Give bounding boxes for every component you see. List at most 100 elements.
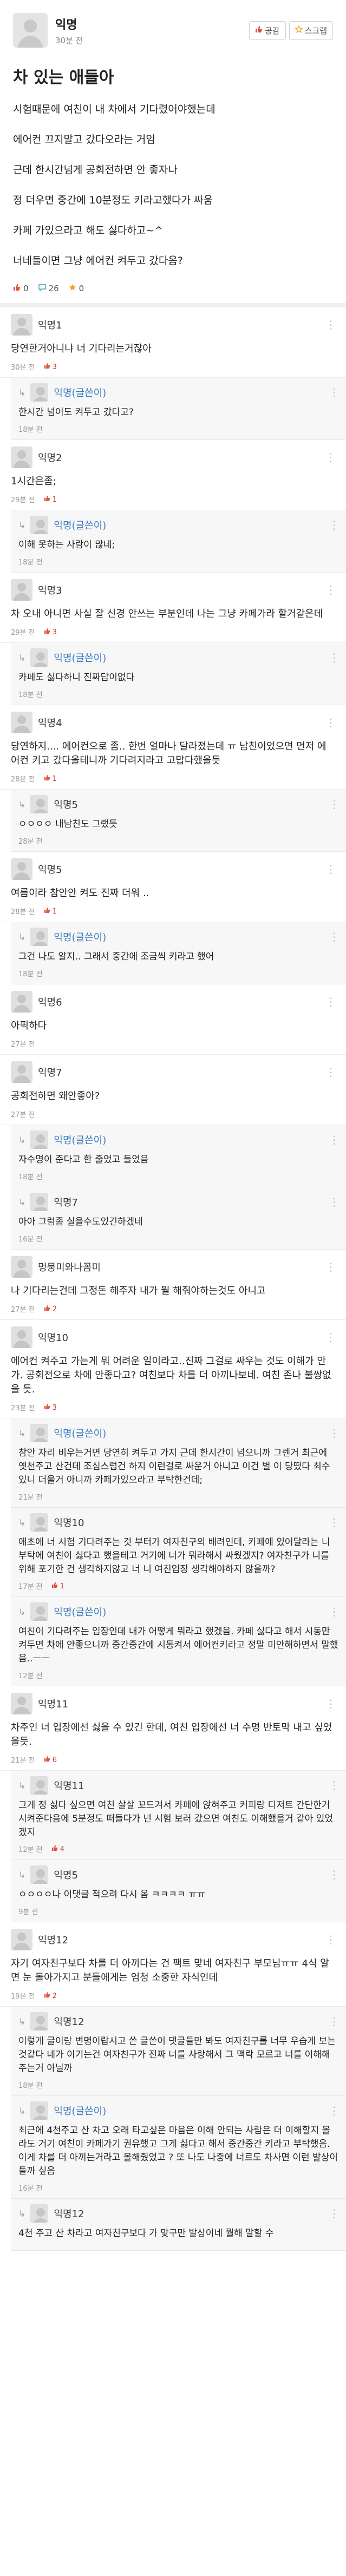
likes-count: 0 bbox=[23, 284, 29, 293]
commenter-avatar bbox=[30, 1131, 49, 1149]
comment-item: 멍뭉미와나꼼미 ⋮ 나 기다리는건데 그정돈 해주자 내가 뭘 해줘야하는것도 아니… bbox=[0, 1250, 346, 1320]
comment-header: 익명12 ⋮ bbox=[11, 1929, 336, 1950]
post-body: 시험때문에 여친이 내 차에서 기다렸어야했는데 에어컨 끄지말고 갔다오라는 … bbox=[13, 102, 333, 268]
comment-item: 익명12 ⋮ 자기 여자친구보다 차를 더 아끼다는 건 팩트 맞네 여자친구 부모… bbox=[0, 1922, 346, 2007]
more-icon[interactable]: ⋮ bbox=[325, 1933, 336, 1946]
reply-arrow-icon: ↳ bbox=[18, 931, 26, 942]
comment-text: 차 오내 아니면 사실 잘 신경 안쓰는 부분인데 나는 그냥 카페가라 할거같… bbox=[11, 608, 323, 620]
comment-time: 29분 전 bbox=[11, 496, 35, 504]
comment-item: 익명5 ⋮ 여름이라 참안안 켜도 진짜 더워 .. 28분 전 1 bbox=[0, 852, 346, 922]
reply-item: ↳ 익명5 ⋮ ㅇㅇㅇㅇ나 이댓글 적으려 다시 옴 ㅋㅋㅋㅋ ㅠㅠ 9분 전 bbox=[11, 1860, 346, 1922]
comment-item: 익명1 ⋮ 당연한거아니냐 너 기다리는거잖아 30분 전 3 bbox=[0, 307, 346, 378]
comment-likes-count: 2 bbox=[52, 1992, 57, 2000]
comment-time: 12분 전 bbox=[18, 1672, 43, 1680]
more-icon[interactable]: ⋮ bbox=[329, 1868, 340, 1881]
comment-time: 28분 전 bbox=[11, 776, 35, 784]
comment-text: 애초에 너 시험 기다려주는 것 부터가 여자친구의 배려인데, 카페에 있어달… bbox=[18, 1537, 330, 1575]
comment-likes-count: 6 bbox=[52, 1756, 57, 1764]
more-icon[interactable]: ⋮ bbox=[329, 518, 340, 531]
reply-arrow-icon: ↳ bbox=[18, 2208, 26, 2219]
reply-arrow-icon: ↳ bbox=[18, 520, 26, 530]
comment-likes-count: 3 bbox=[52, 363, 57, 371]
comment-header: ↳ 익명(글쓴이) ⋮ bbox=[18, 383, 340, 402]
comment-header: 익명5 ⋮ bbox=[11, 858, 336, 880]
reply-item: ↳ 익명(글쓴이) ⋮ 최근에 4천주고 산 차고 오래 타고싶은 마음은 이해 안되… bbox=[11, 2096, 346, 2199]
reply-arrow-icon: ↳ bbox=[18, 387, 26, 398]
comment-likes: 1 bbox=[44, 774, 57, 783]
commenter-name: 익명(글쓴이) bbox=[54, 520, 107, 531]
commenter-avatar bbox=[11, 1061, 32, 1083]
more-icon[interactable]: ⋮ bbox=[329, 386, 340, 399]
comment-meta: 29분 전 3 bbox=[11, 627, 335, 637]
comment-header: 익명6 ⋮ bbox=[11, 991, 336, 1013]
more-icon[interactable]: ⋮ bbox=[329, 1195, 340, 1208]
reply-item: ↳ 익명10 ⋮ 애초에 너 시험 기다려주는 것 부터가 여자친구의 배려인데, 카… bbox=[11, 1508, 346, 1597]
commenter-name: 익명2 bbox=[38, 452, 62, 464]
comment-time: 28분 전 bbox=[11, 908, 35, 916]
more-icon[interactable]: ⋮ bbox=[329, 651, 340, 664]
comment-likes: 6 bbox=[44, 1756, 57, 1764]
comment-meta: 19분 전 2 bbox=[11, 1990, 335, 2001]
more-icon[interactable]: ⋮ bbox=[325, 318, 336, 331]
commenter-name: 익명11 bbox=[38, 1699, 69, 1710]
reply-arrow-icon: ↳ bbox=[18, 652, 26, 663]
comment-header: ↳ 익명(글쓴이) ⋮ bbox=[18, 2101, 340, 2120]
more-icon[interactable]: ⋮ bbox=[329, 1779, 340, 1792]
like-button[interactable]: 공감 bbox=[249, 21, 286, 40]
comment-meta: 28분 전 1 bbox=[11, 773, 335, 784]
more-icon[interactable]: ⋮ bbox=[325, 451, 336, 464]
more-icon[interactable]: ⋮ bbox=[329, 2104, 340, 2117]
comment-text: 자수명이 준다고 한 줄었고 들었음 bbox=[18, 1154, 149, 1165]
reply-arrow-icon: ↳ bbox=[18, 2016, 26, 2027]
star-icon bbox=[69, 284, 76, 293]
more-icon[interactable]: ⋮ bbox=[329, 1605, 340, 1618]
thumb-up-icon bbox=[44, 628, 50, 636]
commenter-avatar bbox=[30, 1424, 49, 1442]
comment-time: 16분 전 bbox=[18, 1236, 43, 1244]
more-icon[interactable]: ⋮ bbox=[329, 1427, 340, 1440]
post-time: 30분 전 bbox=[55, 35, 83, 45]
more-icon[interactable]: ⋮ bbox=[325, 1697, 336, 1710]
comment-item: 익명3 ⋮ 차 오내 아니면 사실 잘 신경 안쓰는 부분인데 나는 그냥 카페가라… bbox=[0, 573, 346, 643]
more-icon[interactable]: ⋮ bbox=[329, 1133, 340, 1146]
post-paragraph: 카페 가있으라고 해도 싫다하고~^ bbox=[13, 225, 164, 236]
thumb-up-icon bbox=[13, 284, 21, 293]
comment-meta: 21분 전 6 bbox=[11, 1754, 335, 1765]
comment-item: 익명4 ⋮ 당연하지.... 에어컨으로 좀.. 한번 얼마나 달라졌는데 ㅠ 남친… bbox=[0, 705, 346, 790]
comment-likes-count: 2 bbox=[52, 1305, 57, 1313]
comment-time: 27분 전 bbox=[11, 1041, 35, 1049]
more-icon[interactable]: ⋮ bbox=[325, 1066, 336, 1079]
comment-text: 4천 주고 산 차라고 여자친구보다 가 맞구만 발상이네 뭘해 말할 수 bbox=[18, 2228, 274, 2239]
more-icon[interactable]: ⋮ bbox=[325, 1331, 336, 1344]
more-icon[interactable]: ⋮ bbox=[325, 583, 336, 596]
scrap-button[interactable]: 스크랩 bbox=[289, 21, 333, 40]
reply-item: ↳ 익명(글쓴이) ⋮ 여친이 기다려주는 입장인데 내가 어떻게 뭐라고 했겠음. … bbox=[11, 1597, 346, 1686]
comment-text: 참안 자리 비우는거면 당연히 켜두고 가지 근데 한시간이 넘으니까 그렌거 … bbox=[18, 1448, 330, 1486]
commenter-name: 익명(글쓴이) bbox=[54, 932, 107, 943]
comment-text: 아픽하다 bbox=[11, 1020, 47, 1031]
comment-meta: 18분 전 bbox=[18, 689, 338, 699]
comment-text: 한시간 넘어도 켜두고 갔다고? bbox=[18, 407, 134, 418]
more-icon[interactable]: ⋮ bbox=[329, 2207, 340, 2220]
commenter-avatar bbox=[30, 2101, 49, 2120]
thumb-up-icon bbox=[44, 1992, 50, 2000]
commenter-avatar bbox=[30, 795, 49, 813]
more-icon[interactable]: ⋮ bbox=[329, 930, 340, 943]
comment-meta: 18분 전 bbox=[18, 1171, 338, 1181]
comment-header: ↳ 익명7 ⋮ bbox=[18, 1193, 340, 1211]
more-icon[interactable]: ⋮ bbox=[325, 716, 336, 729]
more-icon[interactable]: ⋮ bbox=[325, 1260, 336, 1273]
reply-arrow-icon: ↳ bbox=[18, 1134, 26, 1145]
star-icon bbox=[295, 25, 305, 35]
more-icon[interactable]: ⋮ bbox=[325, 863, 336, 876]
reply-item: ↳ 익명(글쓴이) ⋮ 카페도 싫다하니 진짜답이없다 18분 전 bbox=[11, 643, 346, 705]
more-icon[interactable]: ⋮ bbox=[329, 1516, 340, 1529]
thumb-up-icon bbox=[51, 1845, 58, 1854]
commenter-avatar bbox=[11, 1929, 32, 1950]
commenter-avatar bbox=[30, 516, 49, 534]
commenter-avatar bbox=[11, 579, 32, 601]
more-icon[interactable]: ⋮ bbox=[329, 2015, 340, 2028]
more-icon[interactable]: ⋮ bbox=[329, 798, 340, 811]
comment-meta: 29분 전 1 bbox=[11, 494, 335, 504]
more-icon[interactable]: ⋮ bbox=[325, 995, 336, 1008]
